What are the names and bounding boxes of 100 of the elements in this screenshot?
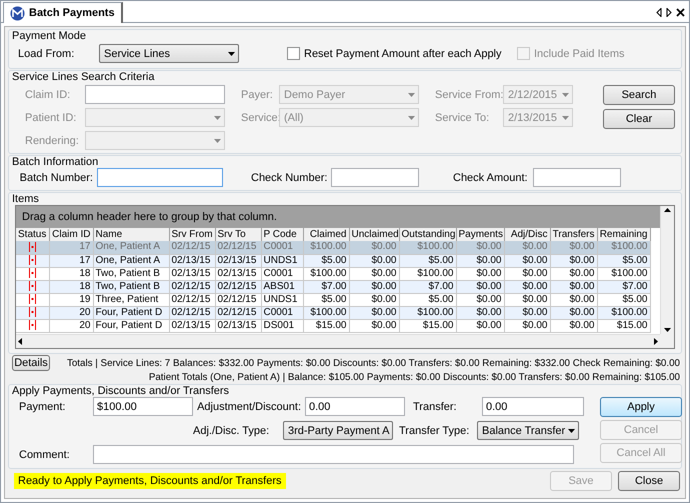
scroll-right-icon[interactable] (654, 338, 658, 345)
caret-icon (562, 116, 569, 120)
field-label: Transfer: (412, 400, 458, 412)
table-cell: $7.00 (399, 280, 456, 293)
field-label: Adjustment/Discount: (196, 400, 302, 412)
field-label: Check Number: (251, 172, 327, 184)
field-label: Claim ID: (24, 88, 72, 100)
table-cell: $0.00 (504, 306, 550, 319)
input-field[interactable]: 0.00 (305, 397, 405, 416)
scroll-left-icon[interactable] (18, 338, 22, 345)
search-button[interactable]: Search (603, 85, 675, 105)
table-cell: 02/12/15 (169, 241, 215, 254)
close-button[interactable]: Close (618, 471, 680, 491)
table-cell: Three, Patient (93, 293, 169, 306)
dropdown[interactable]: 3rd-Party Payment A (283, 421, 393, 440)
table-cell: 20 (49, 306, 93, 319)
table-cell: $100.00 (399, 306, 456, 319)
column-header[interactable]: Claimed (303, 228, 349, 241)
table-cell: $7.00 (597, 280, 650, 293)
input-field[interactable] (93, 445, 574, 464)
table-cell: $0.00 (349, 280, 399, 293)
field-label: Transfer Type: (398, 424, 470, 436)
caret-icon (408, 92, 415, 96)
dropdown[interactable]: Service Lines (99, 44, 239, 63)
group-hint: Drag a column header here to group by that column. (22, 211, 277, 223)
dropdown[interactable]: Balance Transfer (477, 421, 579, 440)
table-cell: $15.00 (597, 319, 650, 332)
table-cell: 02/12/15 (169, 306, 215, 319)
column-header[interactable]: Srv From (169, 228, 215, 241)
table-cell: 18 (49, 267, 93, 280)
field-label: Load From: (17, 48, 76, 60)
input-field[interactable] (331, 168, 419, 187)
column-header[interactable]: Outstanding (399, 228, 456, 241)
table-cell: C0001 (261, 241, 303, 254)
status-flag-icon (28, 294, 36, 304)
table-cell: 02/13/15 (215, 267, 261, 280)
table-cell: 18 (49, 280, 93, 293)
table-cell: Four, Patient D (93, 319, 169, 332)
clear-button[interactable]: Clear (603, 109, 675, 129)
checkbox[interactable] (287, 47, 300, 60)
status-flag-icon (28, 280, 36, 291)
table-cell: $0.00 (550, 254, 597, 267)
input-field[interactable]: $100.00 (93, 397, 193, 416)
table-cell: $0.00 (349, 293, 399, 306)
column-header[interactable]: Unclaimed (349, 228, 399, 241)
totals-text: Totals | Service Lines: 7 Balances: $332.00 Payments: $0.00 Discounts: $0.00 Transfers: $0.00 Remaining: $332.00 Check Remaining: $0.00 (66, 358, 680, 368)
column-header[interactable]: Adj/Disc (504, 228, 550, 241)
column-header[interactable]: Claim ID (49, 228, 93, 241)
table-cell: 02/12/15 (169, 293, 215, 306)
column-header[interactable]: Remaining (597, 228, 650, 241)
table-cell: $0.00 (550, 306, 597, 319)
scroll-left-icon[interactable] (656, 8, 662, 16)
column-header[interactable]: Transfers (550, 228, 597, 241)
details-button[interactable]: Details (12, 355, 50, 371)
group-title: Items (12, 193, 40, 205)
table-cell: $100.00 (303, 306, 349, 319)
document-tab[interactable]: Batch Payments (3, 2, 123, 23)
table-cell: C0001 (261, 267, 303, 280)
table-cell: $100.00 (303, 241, 349, 254)
table-cell: $0.00 (456, 267, 504, 280)
table-cell: $0.00 (504, 293, 550, 306)
table-cell: Four, Patient D (93, 306, 169, 319)
table-cell: $0.00 (504, 241, 550, 254)
apply-button[interactable]: Apply (600, 397, 682, 417)
table-cell: $0.00 (504, 280, 550, 293)
table-cell: 02/12/15 (215, 280, 261, 293)
scroll-right-icon[interactable] (666, 8, 672, 16)
table-cell: ABS01 (261, 280, 303, 293)
table-cell: 17 (49, 254, 93, 267)
scroll-down-icon[interactable] (664, 328, 671, 332)
column-header[interactable]: Payments (456, 228, 504, 241)
input-field[interactable] (97, 168, 223, 187)
table-cell: UNDS1 (261, 293, 303, 306)
table-cell: $0.00 (456, 280, 504, 293)
status-flag-icon (28, 242, 36, 252)
table-cell: $0.00 (504, 267, 550, 280)
vertical-scrollbar[interactable] (660, 206, 674, 334)
close-icon[interactable] (676, 8, 685, 16)
table-cell: $7.00 (303, 280, 349, 293)
table-cell: 17 (49, 241, 93, 254)
table-cell: $5.00 (303, 254, 349, 267)
field-label: Patient ID: (24, 112, 78, 124)
scroll-up-icon[interactable] (664, 208, 671, 212)
input-field[interactable]: 0.00 (482, 397, 584, 416)
table-cell: $100.00 (597, 306, 650, 319)
horizontal-scrollbar[interactable] (16, 334, 660, 348)
column-header[interactable]: Srv To (215, 228, 261, 241)
caret-icon (408, 116, 415, 120)
column-header[interactable]: P Code (261, 228, 303, 241)
table-cell: $100.00 (303, 267, 349, 280)
table-cell: One, Patient A (93, 254, 169, 267)
group-title: Payment Mode (12, 30, 87, 42)
column-header[interactable]: Status (16, 228, 49, 241)
column-header[interactable]: Name (93, 228, 169, 241)
table-cell: 02/13/15 (169, 319, 215, 332)
table-cell: $0.00 (550, 319, 597, 332)
table-cell: 02/13/15 (215, 319, 261, 332)
checkbox-label: Include Paid Items (534, 48, 624, 60)
input-field[interactable] (533, 168, 621, 187)
table-cell: 02/13/15 (215, 254, 261, 267)
